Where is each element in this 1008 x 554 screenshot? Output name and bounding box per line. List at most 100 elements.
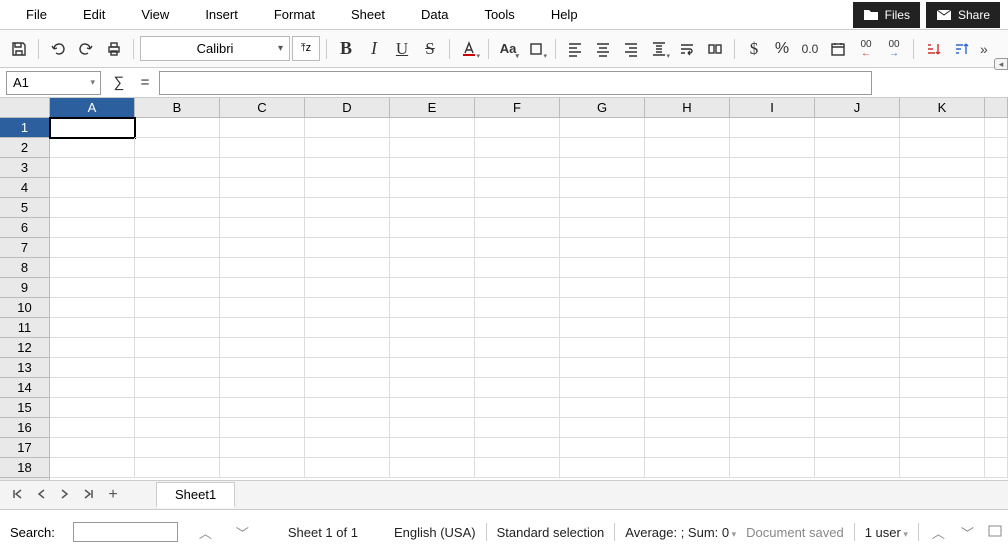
cell-J2[interactable]	[815, 138, 900, 158]
cell-C1[interactable]	[220, 118, 305, 138]
cell-B8[interactable]	[135, 258, 220, 278]
cell-I1[interactable]	[730, 118, 815, 138]
cell-I8[interactable]	[730, 258, 815, 278]
cell-B5[interactable]	[135, 198, 220, 218]
cell-extra-8[interactable]	[985, 258, 1008, 278]
cell-G18[interactable]	[560, 458, 645, 478]
last-sheet-button[interactable]	[78, 488, 100, 503]
cell-F9[interactable]	[475, 278, 560, 298]
cell-F17[interactable]	[475, 438, 560, 458]
cell-I5[interactable]	[730, 198, 815, 218]
cell-extra-4[interactable]	[985, 178, 1008, 198]
menu-view[interactable]: View	[123, 7, 187, 22]
underline-button[interactable]: U	[389, 36, 415, 62]
cell-E6[interactable]	[390, 218, 475, 238]
column-header-E[interactable]: E	[390, 98, 475, 117]
cell-G7[interactable]	[560, 238, 645, 258]
highlight-button[interactable]	[523, 36, 549, 62]
cell-F4[interactable]	[475, 178, 560, 198]
cell-C3[interactable]	[220, 158, 305, 178]
cell-G9[interactable]	[560, 278, 645, 298]
column-header-J[interactable]: J	[815, 98, 900, 117]
cell-A7[interactable]	[50, 238, 135, 258]
cell-extra-10[interactable]	[985, 298, 1008, 318]
cell-E15[interactable]	[390, 398, 475, 418]
cell-G13[interactable]	[560, 358, 645, 378]
cell-extra-12[interactable]	[985, 338, 1008, 358]
cell-C18[interactable]	[220, 458, 305, 478]
cell-C9[interactable]	[220, 278, 305, 298]
cell-H3[interactable]	[645, 158, 730, 178]
cell-H17[interactable]	[645, 438, 730, 458]
cell-H15[interactable]	[645, 398, 730, 418]
cell-C10[interactable]	[220, 298, 305, 318]
font-name-select[interactable]: Calibri	[140, 36, 290, 61]
cell-B17[interactable]	[135, 438, 220, 458]
cell-K2[interactable]	[900, 138, 985, 158]
cell-F3[interactable]	[475, 158, 560, 178]
cell-J16[interactable]	[815, 418, 900, 438]
cell-A4[interactable]	[50, 178, 135, 198]
cell-B18[interactable]	[135, 458, 220, 478]
cell-I4[interactable]	[730, 178, 815, 198]
row-header-9[interactable]: 9	[0, 278, 49, 298]
cell-H5[interactable]	[645, 198, 730, 218]
cell-J3[interactable]	[815, 158, 900, 178]
cell-K5[interactable]	[900, 198, 985, 218]
cell-G4[interactable]	[560, 178, 645, 198]
cell-extra-11[interactable]	[985, 318, 1008, 338]
cell-D11[interactable]	[305, 318, 390, 338]
cell-J11[interactable]	[815, 318, 900, 338]
cell-D6[interactable]	[305, 218, 390, 238]
cell-I6[interactable]	[730, 218, 815, 238]
cell-I13[interactable]	[730, 358, 815, 378]
cell-C16[interactable]	[220, 418, 305, 438]
cell-I2[interactable]	[730, 138, 815, 158]
cell-C14[interactable]	[220, 378, 305, 398]
cell-A9[interactable]	[50, 278, 135, 298]
cell-extra-5[interactable]	[985, 198, 1008, 218]
cell-E17[interactable]	[390, 438, 475, 458]
cell-B15[interactable]	[135, 398, 220, 418]
cell-D15[interactable]	[305, 398, 390, 418]
cell-E16[interactable]	[390, 418, 475, 438]
menu-format[interactable]: Format	[256, 7, 333, 22]
cell-I12[interactable]	[730, 338, 815, 358]
cell-extra-16[interactable]	[985, 418, 1008, 438]
cell-B3[interactable]	[135, 158, 220, 178]
cell-I3[interactable]	[730, 158, 815, 178]
cell-A16[interactable]	[50, 418, 135, 438]
save-button[interactable]	[6, 36, 32, 62]
cell-D17[interactable]	[305, 438, 390, 458]
cell-extra-7[interactable]	[985, 238, 1008, 258]
row-header-7[interactable]: 7	[0, 238, 49, 258]
cell-J7[interactable]	[815, 238, 900, 258]
cell-H2[interactable]	[645, 138, 730, 158]
cell-I11[interactable]	[730, 318, 815, 338]
cell-D2[interactable]	[305, 138, 390, 158]
column-header-C[interactable]: C	[220, 98, 305, 117]
percent-button[interactable]: %	[769, 36, 795, 62]
date-format-button[interactable]	[825, 36, 851, 62]
cell-H16[interactable]	[645, 418, 730, 438]
cell-A13[interactable]	[50, 358, 135, 378]
cell-F5[interactable]	[475, 198, 560, 218]
vertical-align-button[interactable]	[646, 36, 672, 62]
cell-I10[interactable]	[730, 298, 815, 318]
cell-K3[interactable]	[900, 158, 985, 178]
cell-G17[interactable]	[560, 438, 645, 458]
cell-J1[interactable]	[815, 118, 900, 138]
zoom-fit-button[interactable]	[987, 524, 1003, 541]
cell-F8[interactable]	[475, 258, 560, 278]
cell-C12[interactable]	[220, 338, 305, 358]
cell-F12[interactable]	[475, 338, 560, 358]
cell-J10[interactable]	[815, 298, 900, 318]
cell-F13[interactable]	[475, 358, 560, 378]
cell-F1[interactable]	[475, 118, 560, 138]
remove-decimal-button[interactable]: 00→	[881, 36, 907, 62]
cell-G5[interactable]	[560, 198, 645, 218]
row-header-3[interactable]: 3	[0, 158, 49, 178]
cell-A8[interactable]	[50, 258, 135, 278]
cell-K9[interactable]	[900, 278, 985, 298]
language-indicator[interactable]: English (USA)	[394, 525, 476, 540]
